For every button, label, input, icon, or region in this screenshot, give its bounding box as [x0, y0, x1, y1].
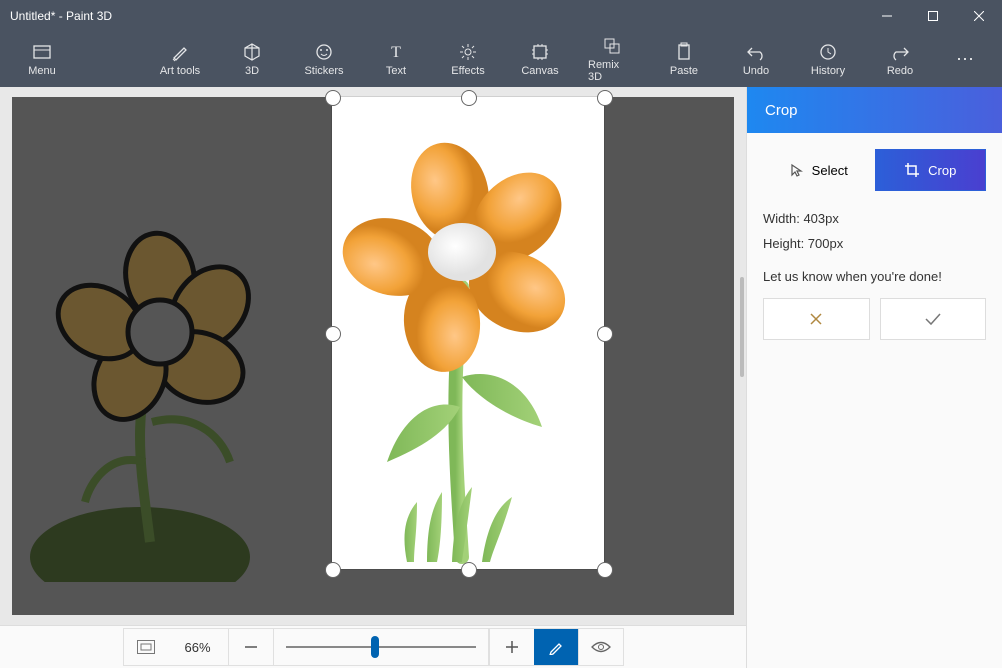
fit-screen-icon — [137, 640, 155, 654]
effects-label: Effects — [451, 65, 484, 77]
redo-button[interactable]: Redo — [864, 31, 936, 87]
ellipsis-icon: ⋯ — [956, 49, 976, 70]
app-body: 66% Crop Select — [0, 87, 1002, 668]
flower-3d-artwork — [332, 97, 604, 569]
canvas-area: 66% — [0, 87, 746, 668]
zoom-bar: 66% — [0, 625, 746, 668]
crop-handle-middle-right[interactable] — [597, 326, 613, 342]
fit-screen-button[interactable] — [124, 629, 168, 665]
3d-button[interactable]: 3D — [216, 31, 288, 87]
eye-icon — [591, 640, 611, 654]
mode-toggle: Select Crop — [763, 149, 986, 191]
plus-icon — [505, 640, 519, 654]
side-panel: Crop Select Crop Width: 403px Height: 70… — [746, 87, 1002, 668]
main-toolbar: Menu Art tools 3D Stickers T Text Effect… — [0, 31, 1002, 87]
crop-handle-bottom-right[interactable] — [597, 562, 613, 578]
crop-mode-button[interactable]: Crop — [875, 149, 987, 191]
x-icon — [808, 311, 824, 327]
crop-height-info: Height: 700px — [763, 236, 986, 251]
undo-button[interactable]: Undo — [720, 31, 792, 87]
menu-button[interactable]: Menu — [6, 31, 78, 87]
edit-mode-button[interactable] — [534, 629, 578, 665]
history-label: History — [811, 65, 845, 77]
crop-handle-top-right[interactable] — [597, 90, 613, 106]
side-panel-scrollbar[interactable] — [740, 277, 744, 377]
titlebar: Untitled* - Paint 3D — [0, 0, 1002, 31]
check-icon — [924, 312, 942, 326]
canvas-viewport[interactable] — [0, 87, 746, 625]
select-mode-button[interactable]: Select — [763, 149, 875, 191]
crop-region[interactable] — [332, 97, 604, 569]
minimize-button[interactable] — [864, 0, 910, 31]
paste-button[interactable]: Paste — [648, 31, 720, 87]
select-mode-label: Select — [812, 163, 848, 178]
window-title: Untitled* - Paint 3D — [0, 9, 864, 23]
cursor-icon — [790, 163, 804, 177]
text-label: Text — [386, 65, 406, 77]
remix-3d-button[interactable]: Remix 3D — [576, 31, 648, 87]
text-button[interactable]: T Text — [360, 31, 432, 87]
window-controls — [864, 0, 1002, 31]
view-mode-button[interactable] — [578, 629, 623, 665]
effects-button[interactable]: Effects — [432, 31, 504, 87]
menu-label: Menu — [28, 65, 56, 77]
crop-handle-bottom-center[interactable] — [461, 562, 477, 578]
zoom-slider[interactable] — [273, 629, 489, 665]
remix-label: Remix 3D — [588, 59, 636, 83]
stickers-button[interactable]: Stickers — [288, 31, 360, 87]
zoom-percent[interactable]: 66% — [168, 640, 228, 655]
svg-text:T: T — [391, 44, 401, 61]
redo-label: Redo — [887, 65, 913, 77]
art-tools-button[interactable]: Art tools — [144, 31, 216, 87]
3d-label: 3D — [245, 65, 259, 77]
close-button[interactable] — [956, 0, 1002, 31]
canvas-button[interactable]: Canvas — [504, 31, 576, 87]
confirm-row — [763, 298, 986, 340]
crop-icon — [904, 162, 920, 178]
background-flower-2d — [30, 162, 310, 582]
crop-width-info: Width: 403px — [763, 211, 986, 226]
minus-icon — [244, 640, 258, 654]
history-button[interactable]: History — [792, 31, 864, 87]
crop-mode-label: Crop — [928, 163, 956, 178]
crop-handle-middle-left[interactable] — [325, 326, 341, 342]
undo-label: Undo — [743, 65, 769, 77]
zoom-slider-thumb[interactable] — [371, 636, 379, 658]
more-button[interactable]: ⋯ — [936, 31, 996, 87]
crop-handle-bottom-left[interactable] — [325, 562, 341, 578]
side-panel-body: Select Crop Width: 403px Height: 700px L… — [747, 133, 1002, 668]
paste-label: Paste — [670, 65, 698, 77]
maximize-button[interactable] — [910, 0, 956, 31]
side-panel-title: Crop — [747, 87, 1002, 133]
cancel-crop-button[interactable] — [763, 298, 870, 340]
pencil-icon — [548, 639, 564, 655]
confirm-crop-button[interactable] — [880, 298, 987, 340]
crop-prompt: Let us know when you're done! — [763, 269, 986, 284]
crop-handle-top-left[interactable] — [325, 90, 341, 106]
stickers-label: Stickers — [304, 65, 343, 77]
canvas-label: Canvas — [521, 65, 558, 77]
art-tools-label: Art tools — [160, 65, 200, 77]
zoom-in-button[interactable] — [489, 629, 534, 665]
app-window: Untitled* - Paint 3D Menu Art tools 3D S… — [0, 0, 1002, 668]
crop-handle-top-center[interactable] — [461, 90, 477, 106]
zoom-out-button[interactable] — [228, 629, 273, 665]
